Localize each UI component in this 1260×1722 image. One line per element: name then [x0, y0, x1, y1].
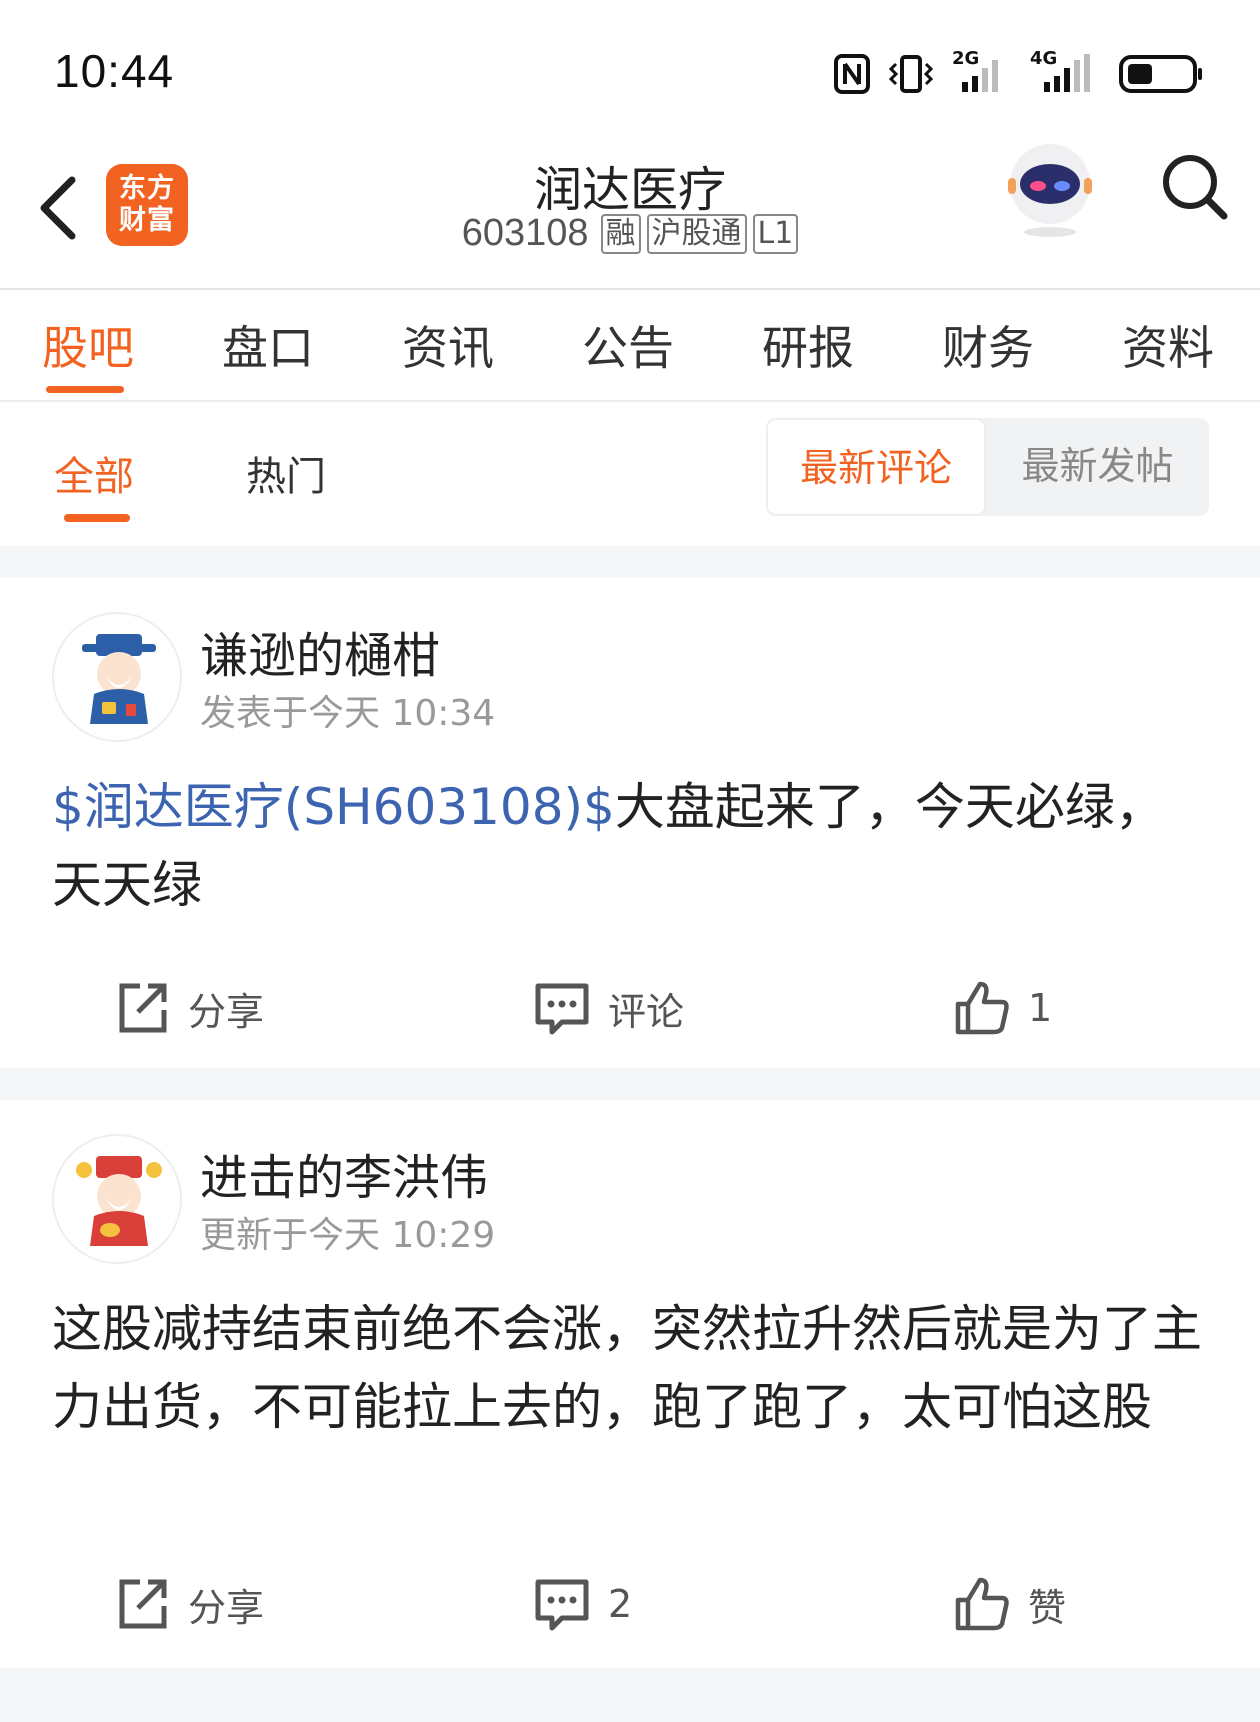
- vibrate-icon: [888, 55, 934, 93]
- active-subtab-indicator: [64, 514, 130, 522]
- thumbs-up-icon: [955, 981, 1009, 1035]
- status-bar: 10:44 2G 4G: [0, 0, 1260, 140]
- tab-news[interactable]: 资讯: [402, 312, 494, 378]
- like-button[interactable]: 赞: [954, 1564, 1066, 1644]
- battery-icon: [1119, 55, 1202, 93]
- god-of-wealth-avatar-icon: [76, 1156, 162, 1246]
- robot-assistant-icon[interactable]: [1000, 140, 1100, 240]
- comment-icon: [535, 1579, 589, 1631]
- like-button[interactable]: 1: [954, 968, 1052, 1048]
- avatar[interactable]: [52, 612, 182, 742]
- signal-2g: 2G: [952, 48, 1012, 96]
- sort-segmented-control: 最新评论 最新发帖: [766, 418, 1209, 516]
- comment-icon: [535, 983, 589, 1035]
- sort-latest-comment[interactable]: 最新评论: [766, 418, 986, 516]
- tab-guba[interactable]: 股吧: [42, 312, 134, 378]
- post-time: 更新于今天 10:29: [200, 1215, 496, 1256]
- share-icon: [119, 983, 167, 1033]
- signal-icon: [962, 60, 998, 92]
- tag-l1: L1: [752, 213, 799, 254]
- sort-latest-post[interactable]: 最新发帖: [986, 418, 1209, 516]
- tab-announcements[interactable]: 公告: [582, 312, 674, 378]
- post-actions: 分享 2 赞: [0, 1564, 1260, 1644]
- subtab-hot[interactable]: 热门: [246, 444, 326, 502]
- tab-research[interactable]: 研报: [762, 312, 854, 378]
- comment-button[interactable]: 2: [534, 1564, 632, 1644]
- nfc-icon: [834, 54, 870, 94]
- post-time: 发表于今天 10:34: [200, 693, 496, 734]
- avatar[interactable]: [52, 1134, 182, 1264]
- main-tabs: 股吧 盘口 资讯 公告 研报 财务 资料: [0, 288, 1260, 402]
- tab-finance[interactable]: 财务: [942, 312, 1034, 378]
- signal-icon: [1044, 54, 1090, 92]
- author-name[interactable]: 进击的李洪伟: [200, 1138, 488, 1208]
- status-time: 10:44: [54, 45, 175, 97]
- post-text: 这股减持结束前绝不会涨，突然拉升然后就是为了主力出货，不可能拉上去的，跑了跑了，…: [52, 1300, 1202, 1436]
- tab-pankou[interactable]: 盘口: [222, 312, 314, 378]
- signal-4g: 4G: [1030, 48, 1100, 96]
- post-card[interactable]: 谦逊的樋柑 发表于今天 10:34 $润达医疗(SH603108)$大盘起来了，…: [0, 578, 1260, 1068]
- tab-profile[interactable]: 资料: [1122, 312, 1214, 378]
- post-content[interactable]: $润达医疗(SH603108)$大盘起来了，今天必绿，天天绿: [52, 768, 1212, 924]
- tag-margin: 融: [600, 213, 641, 254]
- post-content[interactable]: 这股减持结束前绝不会涨，突然拉升然后就是为了主力出货，不可能拉上去的，跑了跑了，…: [52, 1290, 1212, 1446]
- share-button[interactable]: 分享: [114, 1564, 264, 1644]
- status-icons: 2G 4G: [834, 48, 1204, 96]
- comment-button[interactable]: 评论: [534, 968, 684, 1048]
- thumbs-up-icon: [955, 1577, 1009, 1631]
- filter-row: 全部 热门 最新评论 最新发帖: [0, 402, 1260, 546]
- app-header: 东方 财富 润达医疗 603108 融 沪股通 L1: [0, 140, 1260, 288]
- stock-code: 603108: [461, 212, 589, 254]
- subtab-all[interactable]: 全部: [54, 444, 134, 502]
- search-icon[interactable]: [1160, 152, 1230, 222]
- share-icon: [119, 1579, 167, 1629]
- post-actions: 分享 评论 1: [0, 968, 1260, 1048]
- share-button[interactable]: 分享: [114, 968, 264, 1048]
- stock-link[interactable]: $润达医疗(SH603108)$: [52, 778, 615, 836]
- tag-stock-connect: 沪股通: [646, 213, 747, 254]
- post-card[interactable]: 进击的李洪伟 更新于今天 10:29 这股减持结束前绝不会涨，突然拉升然后就是为…: [0, 1100, 1260, 1668]
- active-tab-indicator: [46, 386, 124, 393]
- god-of-wealth-avatar-icon: [82, 634, 156, 724]
- author-name[interactable]: 谦逊的樋柑: [200, 616, 440, 686]
